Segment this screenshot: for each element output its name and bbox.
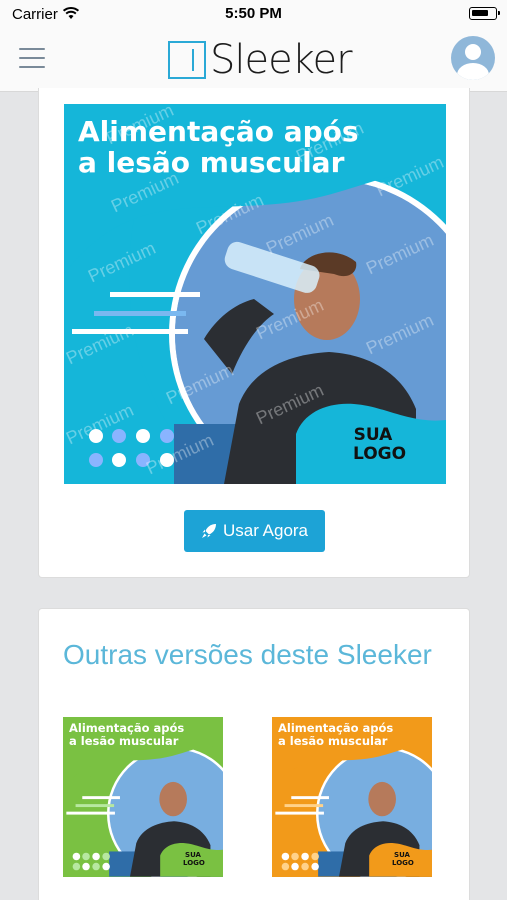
use-now-label: Usar Agora <box>222 521 309 540</box>
other-versions-title: Outras versões deste Sleeker <box>63 639 432 670</box>
thumb-logo: SUA LOGO <box>183 851 205 867</box>
template-preview[interactable]: Alimentação após a lesão muscular SUA LO… <box>64 104 446 484</box>
top-navbar: Sleeker <box>0 28 507 92</box>
app-logo[interactable]: Sleeker <box>168 37 353 83</box>
thumb-logo-line2: LOGO <box>183 859 205 867</box>
other-versions-card: Outras versões deste Sleeker Alimentação… <box>38 608 470 900</box>
version-thumbnail-green[interactable]: Alimentação após a lesão muscular SUA LO… <box>63 717 223 877</box>
version-thumbnail-orange[interactable]: Alimentação após a lesão muscular SUA LO… <box>272 717 432 877</box>
thumb-logo-line2: LOGO <box>392 859 414 867</box>
logo-mark-icon <box>168 41 206 79</box>
template-logo-line1: SUA <box>353 425 393 445</box>
thumb-headline: Alimentação após a lesão muscular <box>69 722 219 748</box>
template-headline: Alimentação após a lesão muscular <box>78 116 418 178</box>
thumb-logo-line1: SUA <box>185 851 201 859</box>
thumb-headline-line2: a lesão muscular <box>69 734 179 748</box>
thumb-headline: Alimentação após a lesão muscular <box>278 722 428 748</box>
template-logo-placeholder: SUA LOGO <box>353 425 407 464</box>
template-headline-line1: Alimentação após <box>78 115 359 148</box>
template-card: Alimentação após a lesão muscular SUA LO… <box>38 88 470 578</box>
thumb-logo-line1: SUA <box>394 851 410 859</box>
user-avatar-icon[interactable] <box>451 36 495 80</box>
hamburger-icon[interactable] <box>19 48 45 70</box>
use-now-button[interactable]: Usar Agora <box>184 510 325 552</box>
thumb-headline-line2: a lesão muscular <box>278 734 388 748</box>
status-bar: Carrier 5:50 PM <box>0 0 507 28</box>
rocket-icon <box>201 524 216 538</box>
template-headline-line2: a lesão muscular <box>78 146 345 179</box>
template-logo-line2: LOGO <box>353 444 407 464</box>
clock: 5:50 PM <box>225 5 282 22</box>
thumb-logo: SUA LOGO <box>392 851 414 867</box>
battery-icon <box>469 7 500 20</box>
logo-text: Sleeker <box>210 37 353 83</box>
